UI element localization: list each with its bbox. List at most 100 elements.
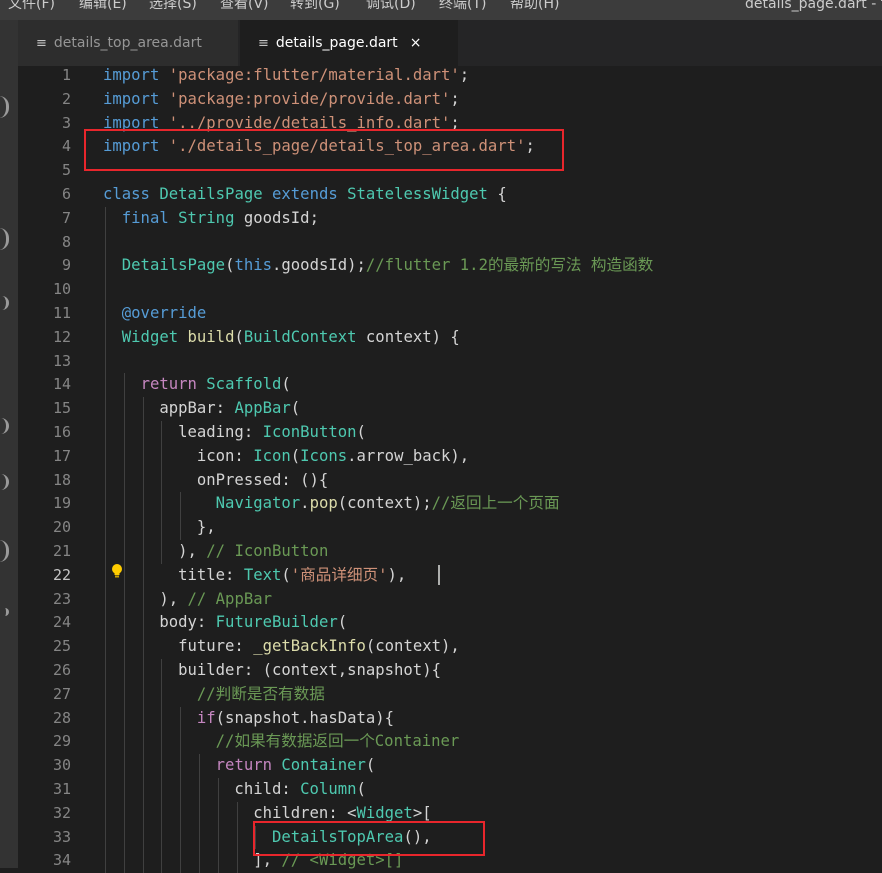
line-number: 21 bbox=[52, 542, 71, 560]
code-token: AppBar bbox=[234, 399, 291, 418]
line-number: 3 bbox=[61, 113, 71, 132]
code-editor[interactable]: 1 2 3 4 5 6 7 8 9 10 11 12 13 14 15 16 17 18 19 20 21 22 23 24 2… bbox=[18, 64, 882, 873]
menu-selection[interactable]: 选择(S) bbox=[149, 0, 197, 14]
code-token: ; bbox=[450, 89, 460, 108]
code-line[interactable]: Widget build(BuildContext context) { bbox=[103, 326, 460, 350]
code-token: 'package:provide/provide.dart' bbox=[168, 89, 451, 108]
code-line[interactable]: }, bbox=[103, 516, 216, 540]
code-token: String bbox=[178, 208, 235, 227]
source-control-icon[interactable] bbox=[0, 296, 9, 310]
code-token: BuildContext bbox=[243, 327, 357, 346]
line-number: 26 bbox=[52, 661, 71, 679]
accounts-icon[interactable] bbox=[0, 608, 9, 616]
menu-edit[interactable]: 编辑(E) bbox=[79, 0, 127, 14]
code-line[interactable]: icon: Icon(Icons.arrow_back), bbox=[103, 445, 469, 469]
close-icon[interactable]: × bbox=[410, 35, 422, 51]
menu-bar: 文件(F) 编辑(E) 选择(S) 查看(V) 转到(G) 调试(D) 终端(T… bbox=[0, 0, 882, 20]
code-line[interactable]: child: Column( bbox=[103, 778, 366, 802]
code-token: IconButton bbox=[262, 423, 357, 441]
line-number: 6 bbox=[61, 185, 71, 203]
code-token: goodsId; bbox=[234, 208, 319, 227]
code-token: //如果有数据返回一个Container bbox=[215, 732, 460, 751]
line-number: 4 bbox=[61, 137, 71, 156]
code-token: child: bbox=[103, 780, 301, 798]
line-number: 17 bbox=[52, 446, 71, 465]
code-token: Column bbox=[300, 780, 357, 798]
code-line[interactable]: @override bbox=[103, 302, 207, 326]
code-token: pop bbox=[309, 494, 338, 513]
remote-icon[interactable] bbox=[0, 540, 9, 562]
line-number: 23 bbox=[52, 589, 71, 608]
code-token: ( bbox=[290, 446, 301, 465]
code-token: import bbox=[103, 89, 160, 108]
line-number: 11 bbox=[52, 304, 71, 322]
code-token: ), bbox=[387, 565, 407, 584]
code-line[interactable]: title: Text('商品详细页'), bbox=[103, 564, 406, 588]
code-token: ; bbox=[459, 66, 470, 84]
tab-details-page[interactable]: ≡ details_page.dart × bbox=[240, 20, 458, 66]
code-token: Icon bbox=[253, 446, 291, 465]
code-line[interactable]: builder: (context,snapshot){ bbox=[103, 659, 441, 683]
code-line[interactable]: return Scaffold( bbox=[103, 373, 291, 397]
code-line[interactable]: import 'package:flutter/material.dart'; bbox=[103, 64, 469, 88]
line-number: 32 bbox=[52, 803, 71, 822]
code-token: // AppBar bbox=[187, 589, 273, 608]
code-line[interactable]: import 'package:provide/provide.dart'; bbox=[103, 88, 460, 112]
code-line[interactable]: DetailsPage(this.goodsId);//flutter 1.2的… bbox=[103, 254, 654, 278]
code-line[interactable]: if(snapshot.hasData){ bbox=[103, 707, 394, 731]
code-token: //flutter 1.2的最新的写法 构造函数 bbox=[365, 256, 654, 275]
line-number: 22 bbox=[52, 565, 71, 584]
code-token: (context), bbox=[365, 637, 460, 656]
line-number: 5 bbox=[61, 161, 71, 180]
explorer-icon[interactable] bbox=[0, 96, 9, 118]
line-number: 14 bbox=[52, 375, 71, 394]
line-number: 1 bbox=[61, 66, 71, 84]
extensions-icon[interactable] bbox=[0, 474, 9, 490]
tab-label: details_page.dart bbox=[275, 35, 398, 51]
code-line[interactable]: //判断是否有数据 bbox=[103, 683, 325, 707]
debug-icon[interactable] bbox=[0, 418, 9, 434]
tab-details-top-area[interactable]: ≡ details_top_area.dart bbox=[18, 20, 238, 66]
lightbulb-icon[interactable] bbox=[110, 563, 124, 579]
code-line[interactable]: Navigator.pop(context);//返回上一个页面 bbox=[103, 492, 560, 516]
code-line[interactable]: leading: IconButton( bbox=[103, 421, 366, 445]
menu-debug[interactable]: 调试(D) bbox=[366, 0, 416, 14]
code-line[interactable]: body: FutureBuilder( bbox=[103, 611, 347, 635]
line-number: 13 bbox=[52, 351, 71, 370]
code-token: ( bbox=[356, 780, 366, 798]
code-token: extends bbox=[272, 185, 338, 203]
menu-help[interactable]: 帮助(H) bbox=[510, 0, 559, 14]
code-token: DetailsPage bbox=[121, 256, 226, 275]
menu-terminal[interactable]: 终端(T) bbox=[439, 0, 486, 14]
code-token: context) { bbox=[356, 327, 460, 346]
code-token: FutureBuilder bbox=[215, 613, 338, 632]
code-line[interactable]: return Container( bbox=[103, 754, 376, 778]
menu-file[interactable]: 文件(F) bbox=[8, 0, 55, 14]
code-line[interactable]: ), // AppBar bbox=[103, 588, 272, 612]
code-line[interactable]: appBar: AppBar( bbox=[103, 397, 300, 421]
code-line[interactable]: final String goodsId; bbox=[103, 207, 319, 231]
line-number: 18 bbox=[52, 470, 71, 489]
menu-go[interactable]: 转到(G) bbox=[290, 0, 340, 14]
menu-view[interactable]: 查看(V) bbox=[220, 0, 269, 14]
line-number: 25 bbox=[52, 637, 71, 656]
code-line[interactable]: //如果有数据返回一个Container bbox=[103, 730, 460, 754]
code-line[interactable]: future: _getBackInfo(context), bbox=[103, 635, 460, 659]
code-token: _getBackInfo bbox=[253, 637, 366, 656]
text-cursor bbox=[438, 565, 440, 585]
code-line[interactable]: onPressed: (){ bbox=[103, 469, 328, 493]
code-token: body: bbox=[103, 613, 216, 632]
line-number: 15 bbox=[52, 399, 71, 418]
code-token: if bbox=[196, 708, 216, 727]
code-line[interactable]: class DetailsPage extends StatelessWidge… bbox=[103, 183, 507, 207]
code-line[interactable]: ), // IconButton bbox=[103, 540, 328, 564]
search-icon[interactable] bbox=[0, 228, 9, 250]
